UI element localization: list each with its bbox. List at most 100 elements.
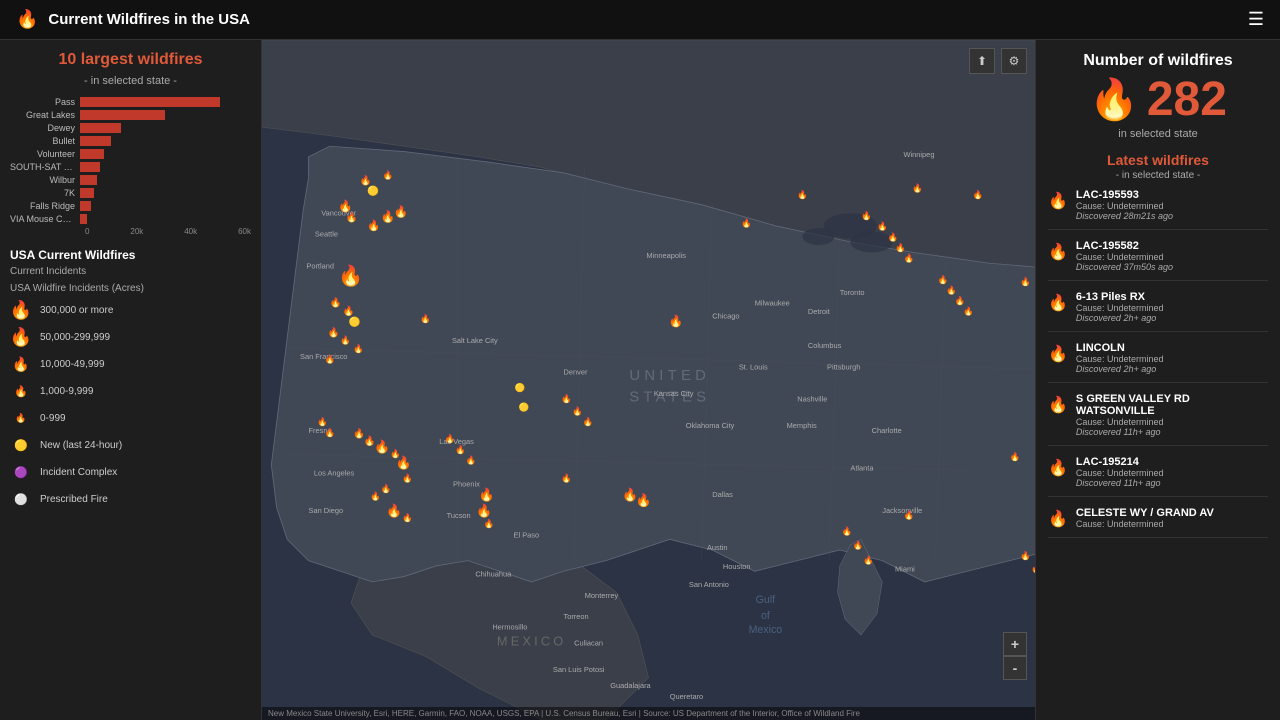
wildfire-fire-icon: 🔥 xyxy=(1048,242,1068,262)
bar-fill xyxy=(80,162,100,172)
chart-subtitle: - in selected state - xyxy=(10,75,251,87)
svg-text:🔥: 🔥 xyxy=(797,189,808,199)
wildfire-cause: Cause: Undetermined xyxy=(1076,468,1268,478)
wildfire-cause: Cause: Undetermined xyxy=(1076,252,1268,262)
bar-row: 7K xyxy=(10,188,251,198)
map-area[interactable]: UNITED STATES Vancouver Seattle Portland… xyxy=(262,40,1035,720)
bar-label: SOUTH-SAT US xyxy=(10,162,80,172)
map-container: UNITED STATES Vancouver Seattle Portland… xyxy=(262,40,1035,720)
fire-count-icon: 🔥 xyxy=(1089,80,1139,120)
right-panel: Number of wildfires 🔥 282 in selected st… xyxy=(1035,40,1280,720)
wildfire-count-title: Number of wildfires xyxy=(1048,52,1268,70)
wildfire-info: LAC-195582Cause: UndeterminedDiscovered … xyxy=(1076,240,1268,272)
svg-text:🟡: 🟡 xyxy=(367,185,379,197)
wildfire-item[interactable]: 🔥LAC-195214Cause: UndeterminedDiscovered… xyxy=(1048,456,1268,497)
svg-text:🔥: 🔥 xyxy=(946,285,957,295)
wildfire-item[interactable]: 🔥CELESTE WY / GRAND AVCause: Undetermine… xyxy=(1048,507,1268,538)
zoom-out-button[interactable]: - xyxy=(1003,656,1027,680)
svg-text:El Paso: El Paso xyxy=(514,530,540,539)
svg-text:🔥: 🔥 xyxy=(343,305,355,317)
svg-text:Columbus: Columbus xyxy=(808,341,842,350)
wildfire-name: LAC-195582 xyxy=(1076,240,1268,252)
legend-item: 🔥 0-999 xyxy=(10,408,251,430)
svg-text:🔥: 🔥 xyxy=(324,354,335,364)
svg-text:Los Angeles: Los Angeles xyxy=(314,469,355,478)
svg-text:🔥: 🔥 xyxy=(955,296,966,306)
wildfire-fire-icon: 🔥 xyxy=(1048,395,1068,415)
wildfire-count-section: Number of wildfires 🔥 282 in selected st… xyxy=(1048,52,1268,140)
svg-text:Detroit: Detroit xyxy=(808,307,830,316)
wildfire-info: LINCOLNCause: UndeterminedDiscovered 2h+… xyxy=(1076,342,1268,374)
bar-label: VIA Mouse Ck be xyxy=(10,214,80,224)
bar-fill xyxy=(80,97,220,107)
wildfire-time: Discovered 2h+ ago xyxy=(1076,364,1268,374)
svg-text:Gulf: Gulf xyxy=(756,594,776,606)
wildfire-time: Discovered 11h+ ago xyxy=(1076,427,1268,437)
wildfire-time: Discovered 2h+ ago xyxy=(1076,313,1268,323)
bar-track xyxy=(80,110,251,120)
svg-text:🔥: 🔥 xyxy=(861,211,872,221)
legend-icon: 🔥 xyxy=(10,327,32,349)
legend-icon: 🔥 xyxy=(10,381,32,403)
wildfire-item[interactable]: 🔥6-13 Piles RXCause: UndeterminedDiscove… xyxy=(1048,291,1268,332)
svg-text:🔥: 🔥 xyxy=(396,455,412,470)
share-button[interactable]: ⬆ xyxy=(969,48,995,74)
latest-wildfires-title: Latest wildfires xyxy=(1048,152,1268,168)
legend-item: 🔥 50,000-299,999 xyxy=(10,327,251,349)
wildfire-info: 6-13 Piles RXCause: UndeterminedDiscover… xyxy=(1076,291,1268,323)
legend-item: 🟣Incident Complex xyxy=(10,462,251,484)
wildfire-item[interactable]: 🔥LINCOLNCause: UndeterminedDiscovered 2h… xyxy=(1048,342,1268,383)
left-panel: 10 largest wildfires - in selected state… xyxy=(0,40,262,720)
legend-label: 50,000-299,999 xyxy=(40,332,110,343)
svg-text:Toronto: Toronto xyxy=(840,288,865,297)
wildfire-name: LINCOLN xyxy=(1076,342,1268,354)
bar-chart: PassGreat LakesDeweyBulletVolunteerSOUTH… xyxy=(10,97,251,236)
wildfire-item[interactable]: 🔥S GREEN VALLEY RD WATSONVILLECause: Und… xyxy=(1048,393,1268,446)
svg-text:🔥: 🔥 xyxy=(367,219,380,232)
wildfire-name: LAC-195593 xyxy=(1076,189,1268,201)
bar-track xyxy=(80,162,251,172)
bar-row: Great Lakes xyxy=(10,110,251,120)
wildfire-item[interactable]: 🔥LAC-195593Cause: UndeterminedDiscovered… xyxy=(1048,189,1268,230)
svg-text:Kansas City: Kansas City xyxy=(654,389,694,398)
bar-label: Great Lakes xyxy=(10,110,80,120)
svg-text:Denver: Denver xyxy=(564,368,588,377)
bar-row: Wilbur xyxy=(10,175,251,185)
wildfire-cause: Cause: Undetermined xyxy=(1076,303,1268,313)
legend-label: Incident Complex xyxy=(40,467,117,478)
wildfire-cause: Cause: Undetermined xyxy=(1076,519,1268,529)
fire-icon: 🔥 xyxy=(16,9,38,30)
svg-text:🔥: 🔥 xyxy=(370,491,381,501)
wildfire-info: CELESTE WY / GRAND AVCause: Undetermined xyxy=(1076,507,1268,529)
legend-icon: 🔥 xyxy=(10,354,32,376)
svg-text:🔥: 🔥 xyxy=(479,487,495,502)
svg-text:🔥: 🔥 xyxy=(669,314,684,328)
wildfire-cause: Cause: Undetermined xyxy=(1076,354,1268,364)
wildfire-time: Discovered 28m21s ago xyxy=(1076,211,1268,221)
current-incidents-label: Current Incidents xyxy=(10,266,251,277)
bar-fill xyxy=(80,175,97,185)
wildfire-name: S GREEN VALLEY RD WATSONVILLE xyxy=(1076,393,1268,417)
svg-text:Pittsburgh: Pittsburgh xyxy=(827,362,860,371)
menu-icon[interactable]: ☰ xyxy=(1248,9,1264,30)
zoom-in-button[interactable]: + xyxy=(1003,632,1027,656)
bar-track xyxy=(80,175,251,185)
svg-text:🔥: 🔥 xyxy=(912,183,923,193)
legend-icon: 🔥 xyxy=(10,408,32,430)
wildfire-item[interactable]: 🔥 LAC-195582Cause: UndeterminedDiscovered… xyxy=(1048,240,1268,281)
svg-text:🔥: 🔥 xyxy=(1010,452,1021,462)
svg-text:Queretaro: Queretaro xyxy=(670,692,703,701)
settings-button[interactable]: ⚙ xyxy=(1001,48,1027,74)
svg-text:Atlanta: Atlanta xyxy=(850,463,874,472)
svg-text:🔥: 🔥 xyxy=(1031,563,1035,573)
svg-text:Austin: Austin xyxy=(707,543,728,552)
svg-text:🔥: 🔥 xyxy=(842,526,853,536)
legend-item: 🔥1,000-9,999 xyxy=(10,381,251,403)
bar-track xyxy=(80,123,251,133)
legend-label: 0-999 xyxy=(40,413,66,424)
bar-fill xyxy=(80,136,111,146)
bar-fill xyxy=(80,214,87,224)
svg-text:🟡: 🟡 xyxy=(515,383,526,393)
svg-text:Minneapolis: Minneapolis xyxy=(646,251,686,260)
bar-row: Dewey xyxy=(10,123,251,133)
